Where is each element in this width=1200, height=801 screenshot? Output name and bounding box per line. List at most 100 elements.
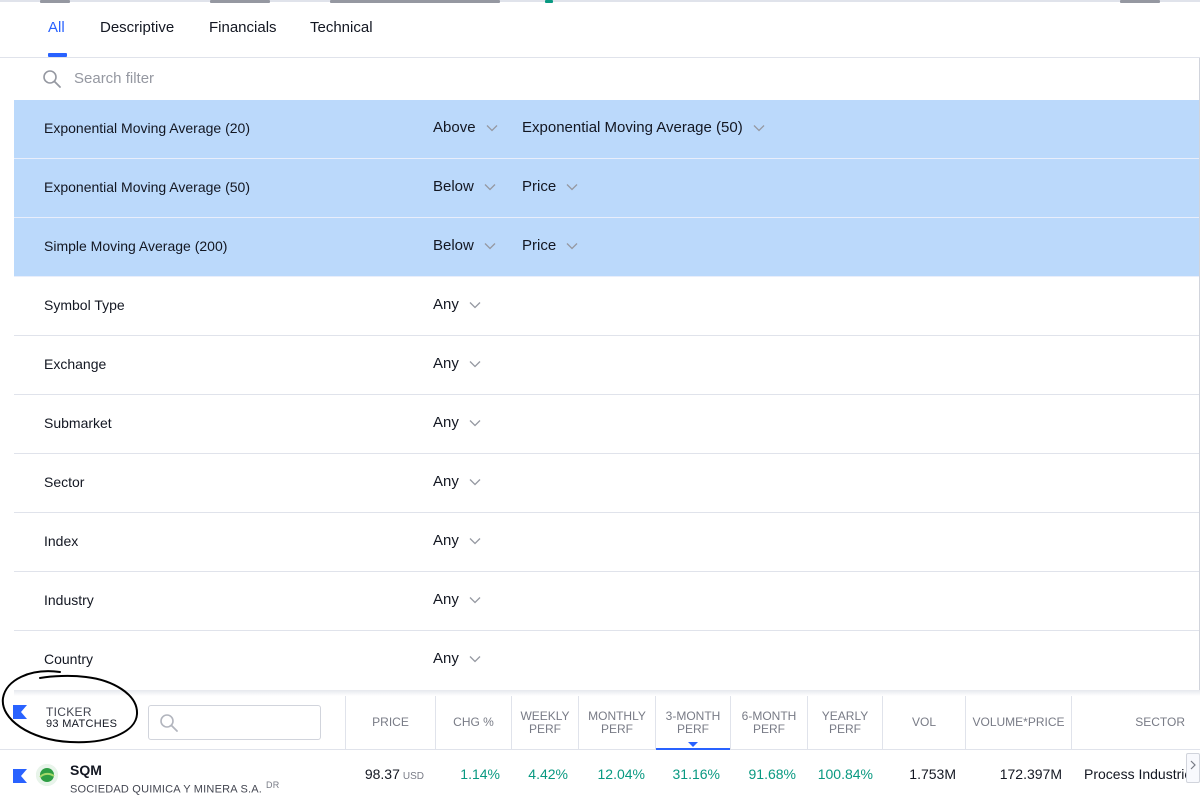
column-price[interactable]: PRICE [345, 696, 435, 749]
flag-icon[interactable] [13, 705, 27, 719]
chevron-down-icon [486, 125, 498, 132]
top-fragment [40, 0, 70, 3]
filter-operator-label: Above [433, 119, 476, 136]
search-filter-input[interactable] [74, 66, 574, 90]
filter-tabs: All Descriptive Financials Technical [0, 6, 1200, 58]
filter-row-symbol-type: Symbol Type Any [14, 277, 1200, 336]
filter-operator-dropdown[interactable]: Below [433, 178, 496, 195]
filter-value-dropdown[interactable]: Exponential Moving Average (50) [522, 119, 765, 136]
cell-sector[interactable]: Process Industries [1084, 766, 1200, 782]
top-fragment [330, 0, 500, 3]
chevron-down-icon [469, 302, 481, 309]
filter-operator-dropdown[interactable]: Any [433, 473, 481, 490]
chevron-right-icon [1190, 760, 1196, 770]
filter-operator-label: Below [433, 237, 474, 254]
price-unit: USD [402, 771, 424, 782]
sort-descending-icon [688, 742, 698, 747]
chevron-down-icon [566, 184, 578, 191]
chevron-down-icon [469, 420, 481, 427]
filter-name: Index [44, 533, 79, 549]
filter-value-label: Price [522, 178, 557, 195]
flag-icon[interactable] [13, 769, 27, 783]
column-chg[interactable]: CHG % [435, 696, 511, 749]
chevron-down-icon [469, 538, 481, 545]
cell-6-month-perf: 91.68% [748, 766, 796, 782]
cell-weekly-perf: 4.42% [528, 766, 568, 782]
chevron-down-icon [469, 361, 481, 368]
column-label: 6-MONTH PERF [741, 708, 797, 736]
filter-value-label: Exponential Moving Average (50) [522, 119, 743, 136]
filter-operator-label: Any [433, 414, 459, 431]
chevron-down-icon [484, 243, 496, 250]
column-6-month-perf[interactable]: 6-MONTH PERF [730, 696, 807, 749]
column-3-month-perf[interactable]: 3-MONTH PERF [655, 696, 730, 750]
filter-row-country: Country Any [14, 631, 1200, 690]
filter-row-industry: Industry Any [14, 572, 1200, 631]
filter-row-index: Index Any [14, 513, 1200, 572]
filter-name: Submarket [44, 415, 112, 431]
filter-operator-dropdown[interactable]: Below [433, 237, 496, 254]
filter-value-dropdown[interactable]: Price [522, 237, 578, 254]
filter-operator-dropdown[interactable]: Any [433, 591, 481, 608]
filter-operator-label: Any [433, 355, 459, 372]
tab-descriptive[interactable]: Descriptive [100, 19, 174, 36]
search-filter-row [14, 58, 1200, 100]
chevron-down-icon [566, 243, 578, 250]
company-description: SOCIEDAD QUIMICA Y MINERA S.A. DR [70, 780, 279, 796]
column-label: MONTHLY PERF [588, 708, 646, 736]
filter-operator-dropdown[interactable]: Any [433, 355, 481, 372]
filter-operator-label: Any [433, 591, 459, 608]
column-yearly-perf[interactable]: YEARLY PERF [807, 696, 882, 749]
chevron-down-icon [469, 479, 481, 486]
tab-all[interactable]: All [48, 19, 65, 36]
tab-financials[interactable]: Financials [209, 19, 277, 36]
cell-3-month-perf: 31.16% [672, 766, 720, 782]
ticker-column-label[interactable]: TICKER [46, 705, 92, 719]
filter-operator-label: Any [433, 650, 459, 667]
price-value: 98.37 [364, 766, 400, 782]
tab-technical[interactable]: Technical [310, 19, 373, 36]
active-tab-indicator [48, 53, 67, 57]
top-fragment [1120, 0, 1160, 3]
filter-row-sector: Sector Any [14, 454, 1200, 513]
matches-count: 93 MATCHES [46, 718, 118, 730]
ticker-symbol[interactable]: SQM [70, 762, 102, 778]
ticker-search-input[interactable] [148, 705, 321, 740]
scroll-right-button[interactable] [1186, 753, 1200, 783]
top-fragment [210, 0, 270, 3]
search-icon [43, 70, 61, 88]
column-weekly-perf[interactable]: WEEKLY PERF [511, 696, 578, 749]
filter-name: Industry [44, 592, 94, 608]
column-label: 3-MONTH PERF [665, 708, 721, 736]
chevron-down-icon [469, 597, 481, 604]
cell-vol: 1.753M [909, 766, 956, 782]
column-label: YEARLY PERF [821, 708, 869, 736]
search-icon [160, 714, 178, 732]
filter-value-dropdown[interactable]: Price [522, 178, 578, 195]
filter-operator-dropdown[interactable]: Above [433, 119, 498, 136]
filter-operator-dropdown[interactable]: Any [433, 532, 481, 549]
table-row[interactable]: SQM SOCIEDAD QUIMICA Y MINERA S.A. DR 98.… [0, 750, 1200, 801]
filter-name: Symbol Type [44, 297, 125, 313]
chevron-down-icon [484, 184, 496, 191]
filter-operator-dropdown[interactable]: Any [433, 296, 481, 313]
company-name: SOCIEDAD QUIMICA Y MINERA S.A. [70, 783, 263, 796]
filter-row-submarket: Submarket Any [14, 395, 1200, 454]
column-label: WEEKLY PERF [520, 708, 570, 736]
column-label: VOLUME*PRICE [972, 715, 1065, 729]
filter-operator-label: Below [433, 178, 474, 195]
column-volume-price[interactable]: VOLUME*PRICE [965, 696, 1071, 749]
column-label: PRICE [372, 715, 409, 729]
filter-operator-dropdown[interactable]: Any [433, 414, 481, 431]
filter-row-ema20: Exponential Moving Average (20) Above Ex… [14, 100, 1200, 159]
filter-name: Simple Moving Average (200) [44, 238, 228, 254]
filter-row-sma200: Simple Moving Average (200) Below Price [14, 218, 1200, 277]
filter-operator-dropdown[interactable]: Any [433, 650, 481, 667]
top-divider [0, 0, 1200, 2]
filter-row-ema50: Exponential Moving Average (50) Below Pr… [14, 159, 1200, 218]
column-monthly-perf[interactable]: MONTHLY PERF [578, 696, 655, 749]
filter-name: Exchange [44, 356, 107, 372]
filter-name: Exponential Moving Average (50) [44, 179, 250, 195]
column-sector[interactable]: SECTOR [1071, 696, 1200, 749]
column-vol[interactable]: VOL [882, 696, 965, 749]
